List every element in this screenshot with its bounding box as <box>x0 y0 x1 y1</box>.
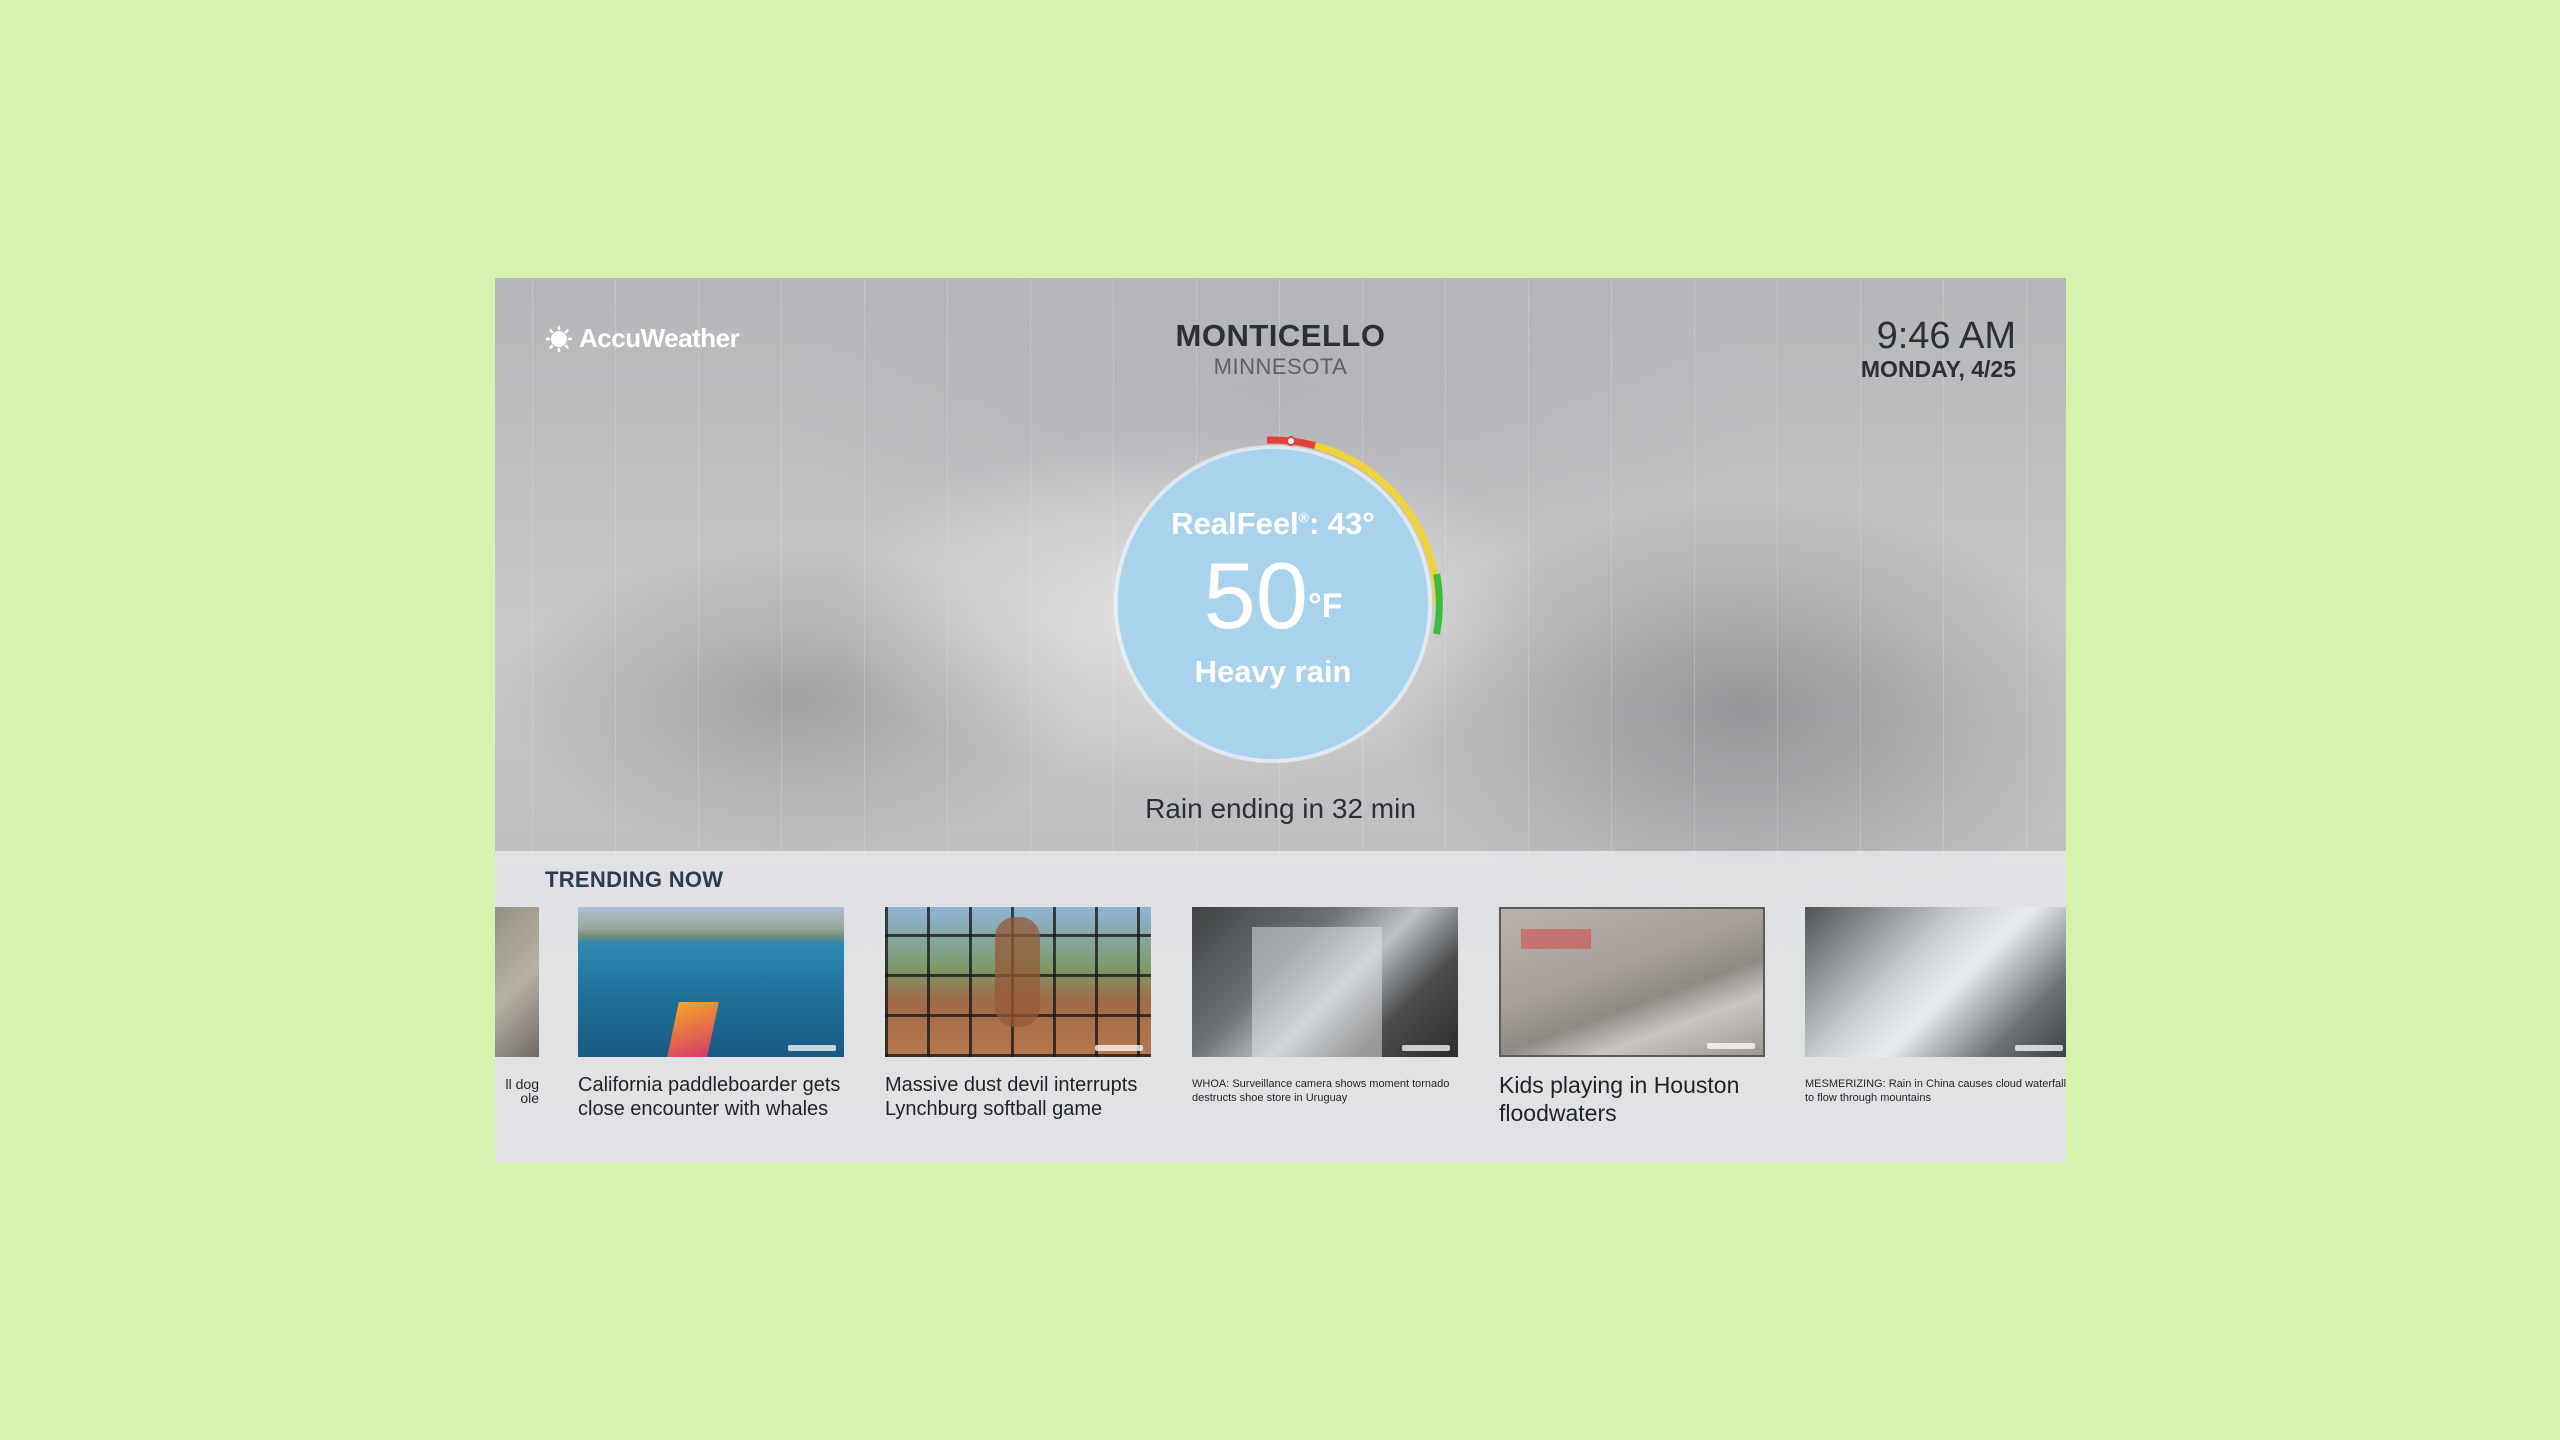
weather-condition: Heavy rain <box>1194 654 1352 689</box>
video-thumbnail <box>495 907 539 1057</box>
realfeel-label: RealFeel <box>1171 506 1299 541</box>
video-card[interactable]: Massive dust devil interrupts Lynchburg … <box>885 907 1151 1121</box>
current-date: MONDAY, 4/25 <box>1860 356 2016 382</box>
realfeel: RealFeel®: 43° <box>1103 506 1443 542</box>
video-caption: California paddleboarder gets close enco… <box>578 1074 841 1120</box>
city-name: MONTICELLO <box>1175 318 1386 353</box>
video-caption: Massive dust devil interrupts Lynchburg … <box>885 1074 1138 1120</box>
video-thumbnail <box>885 907 1151 1057</box>
video-caption: WHOA: Surveillance camera shows moment t… <box>1192 1078 1450 1104</box>
video-thumbnail <box>1805 907 2066 1057</box>
current-conditions: RealFeel®: 43° 50°F Heavy rain <box>1103 434 1443 774</box>
clock: 9:46 AM MONDAY, 4/25 <box>1861 316 2016 383</box>
trending-now-section: TRENDING NOW ll dog ole California paddl… <box>495 851 2066 1162</box>
minutecast-message: Rain ending in 32 min <box>1145 793 1416 824</box>
location: MONTICELLO MINNESOTA <box>495 318 2066 380</box>
temperature-value: 50 <box>1203 543 1309 648</box>
state-name: MINNESOTA <box>1213 354 1348 379</box>
video-thumbnail <box>578 907 844 1057</box>
temperature-unit: °F <box>1308 587 1343 625</box>
video-card[interactable]: Kids playing in Houston floodwaters <box>1499 907 1765 1127</box>
video-caption: ll dog ole <box>505 1076 539 1106</box>
video-thumbnail <box>1192 907 1458 1057</box>
video-card[interactable]: WHOA: Surveillance camera shows moment t… <box>1192 907 1458 1105</box>
current-temperature: 50°F <box>1103 546 1443 646</box>
realfeel-trademark: ® <box>1298 509 1309 526</box>
video-thumbnail <box>1499 907 1765 1057</box>
video-card[interactable]: California paddleboarder gets close enco… <box>578 907 844 1121</box>
video-caption: MESMERIZING: Rain in China causes cloud … <box>1805 1078 2066 1104</box>
tv-app-screen: AccuWeather MONTICELLO MINNESOTA 9:46 AM… <box>495 278 2066 1162</box>
trending-now-title: TRENDING NOW <box>545 867 724 892</box>
video-caption: Kids playing in Houston floodwaters <box>1499 1072 1740 1126</box>
video-card[interactable]: MESMERIZING: Rain in China causes cloud … <box>1805 907 2066 1105</box>
current-time: 9:46 AM <box>1876 315 2016 357</box>
realfeel-value: : 43° <box>1309 506 1375 541</box>
video-card[interactable]: ll dog ole <box>495 907 539 1105</box>
